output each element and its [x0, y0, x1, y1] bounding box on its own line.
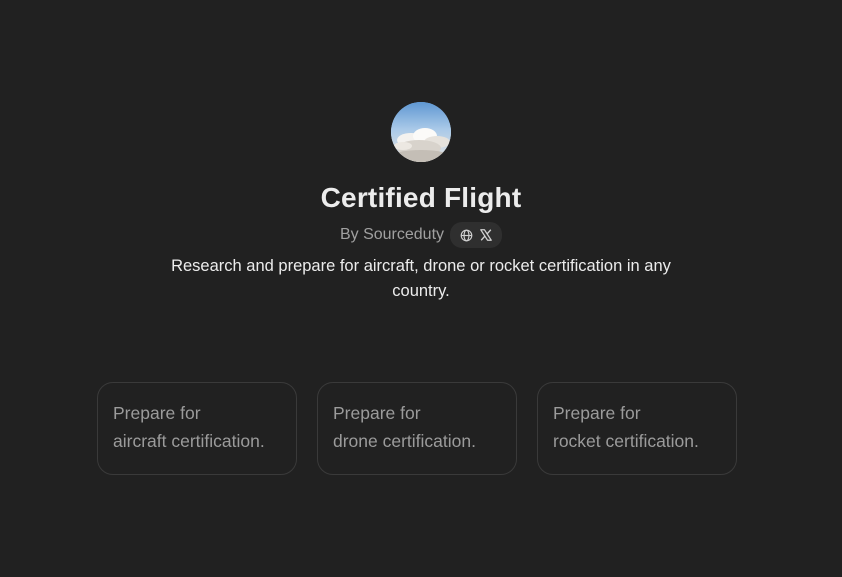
x-icon[interactable] — [479, 228, 493, 242]
gpt-header: Certified Flight By Sourceduty Research … — [0, 102, 842, 304]
starter-rocket[interactable]: Prepare for rocket certification. — [537, 382, 737, 475]
starter-line: Prepare for — [333, 403, 421, 423]
starter-line: rocket certification. — [553, 431, 699, 451]
starter-line: Prepare for — [553, 403, 641, 423]
starter-aircraft[interactable]: Prepare for aircraft certification. — [97, 382, 297, 475]
author-links — [450, 222, 503, 248]
gpt-landing-page: Certified Flight By Sourceduty Research … — [0, 0, 842, 577]
gpt-title: Certified Flight — [320, 182, 522, 213]
gpt-avatar — [391, 102, 451, 162]
starter-drone[interactable]: Prepare for drone certification. — [317, 382, 517, 475]
conversation-starters: Prepare for aircraft certification. Prep… — [97, 382, 737, 475]
globe-icon[interactable] — [459, 228, 473, 242]
starter-line: aircraft certification. — [113, 431, 265, 451]
gpt-description: Research and prepare for aircraft, drone… — [171, 257, 671, 300]
starter-line: Prepare for — [113, 403, 201, 423]
starter-line: drone certification. — [333, 431, 476, 451]
gpt-byline: By Sourceduty — [339, 222, 503, 248]
author-name: By Sourceduty — [339, 226, 445, 243]
